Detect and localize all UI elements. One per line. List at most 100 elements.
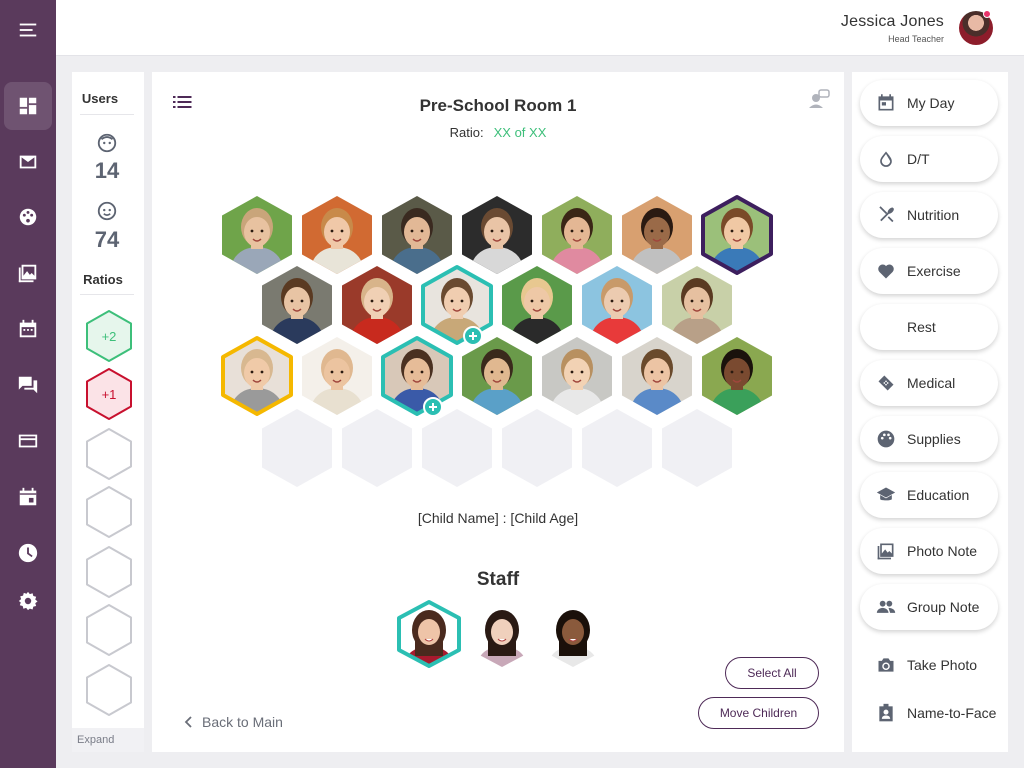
graduation-cap-icon [876, 487, 896, 501]
action-group-note[interactable]: Group Note [860, 584, 998, 630]
divider [80, 294, 134, 295]
ratio-badge-label: +2 [101, 328, 117, 344]
ratio-badge[interactable]: +1 [85, 368, 133, 420]
action-education[interactable]: Education [860, 472, 998, 518]
action-exercise[interactable]: Exercise [860, 248, 998, 294]
mail-icon [19, 155, 37, 169]
calendar-icon [19, 319, 37, 338]
children-count: 14 [94, 158, 120, 183]
action-label: D/T [907, 151, 930, 167]
staff-title: Staff [476, 569, 520, 590]
move-children-button[interactable]: Move Children [698, 697, 819, 729]
drop-icon [880, 151, 892, 167]
ratio-slot[interactable] [85, 546, 133, 598]
add-icon[interactable] [423, 397, 443, 417]
action-label: Nutrition [907, 207, 960, 223]
staff-avatar[interactable] [542, 601, 604, 682]
empty-child-slot[interactable] [662, 409, 732, 487]
utensils-icon [879, 206, 894, 223]
action-label: Take Photo [907, 657, 978, 673]
nav-item-event[interactable] [4, 473, 52, 521]
dashboard-icon [19, 97, 37, 115]
ratio-slot[interactable] [85, 664, 133, 716]
nav-item-card[interactable] [4, 417, 52, 465]
ratio-slot[interactable] [85, 486, 133, 538]
actions-panel: My Day D/T Nutrition Exercise Rest Medical Sup… [852, 72, 1008, 752]
action-label: Medical [907, 375, 956, 391]
nav-item-menu[interactable] [4, 6, 52, 54]
side-navigation [0, 0, 56, 768]
action-label: Group Note [907, 599, 980, 615]
settings-icon [18, 591, 38, 611]
action-take-photo[interactable]: Take Photo [860, 642, 998, 688]
divider [80, 114, 134, 115]
user-role: Head Teacher [888, 34, 944, 44]
photo-icon [877, 543, 894, 560]
select-all-button[interactable]: Select All [725, 657, 819, 689]
action-photo-note[interactable]: Photo Note [860, 528, 998, 574]
empty-child-slot[interactable] [422, 409, 492, 487]
action-label: Exercise [907, 263, 961, 279]
nav-item-dashboard[interactable] [4, 82, 52, 130]
child-face-icon [97, 133, 117, 153]
action-name-to-face[interactable]: Name-to-Face [860, 690, 998, 736]
empty-child-slot[interactable] [502, 409, 572, 487]
action-medical[interactable]: Medical [860, 360, 998, 406]
photo-icon [18, 264, 37, 283]
empty-child-slot[interactable] [582, 409, 652, 487]
nav-item-chat[interactable] [4, 361, 52, 409]
ratio-slot[interactable] [85, 604, 133, 656]
calendar-icon [878, 94, 894, 111]
back-to-main-link[interactable]: Back to Main [182, 714, 283, 730]
empty-child-slot[interactable] [262, 409, 332, 487]
palette-icon [19, 208, 37, 226]
badge-icon [879, 703, 893, 722]
action-my-day[interactable]: My Day [860, 80, 998, 126]
heart-icon [878, 264, 894, 279]
infant-face-icon [97, 201, 117, 221]
selected-child-label: [Child Name] : [Child Age] [417, 510, 579, 526]
action-d-t[interactable]: D/T [860, 136, 998, 182]
chevron-left-icon [184, 716, 192, 728]
palette-icon [877, 430, 895, 448]
card-icon [18, 434, 38, 448]
action-supplies[interactable]: Supplies [860, 416, 998, 462]
empty-child-slot[interactable] [342, 409, 412, 487]
action-label: Photo Note [907, 543, 978, 559]
bandage-icon [878, 375, 894, 391]
infants-count: 74 [94, 227, 120, 252]
action-label: Rest [907, 319, 936, 335]
nav-item-clock[interactable] [4, 529, 52, 577]
top-header: Jessica Jones Head Teacher [56, 0, 1024, 56]
camera-icon [878, 658, 894, 672]
action-label: My Day [907, 95, 955, 111]
action-label: Education [907, 487, 970, 503]
chat-icon [18, 376, 38, 394]
action-nutrition[interactable]: Nutrition [860, 192, 998, 238]
nav-item-palette[interactable] [4, 193, 52, 241]
children-hex-grid [221, 195, 773, 682]
user-name: Jessica Jones [840, 13, 944, 30]
expand-button[interactable]: Expand [72, 728, 144, 752]
ratio-badge[interactable]: +2 [85, 310, 133, 362]
nav-item-calendar[interactable] [4, 305, 52, 353]
nav-item-mail[interactable] [4, 138, 52, 186]
group-icon [876, 600, 896, 613]
nav-item-photo[interactable] [4, 249, 52, 297]
ratio-badge-label: +1 [101, 386, 117, 402]
moon-icon [876, 318, 885, 336]
room-panel: Pre-School Room 1 Ratio: XX of XX [Child … [152, 72, 844, 752]
users-title: Users [81, 91, 119, 106]
action-label: Name-to-Face [907, 705, 997, 721]
staff-avatar[interactable] [471, 601, 533, 682]
ratio-slot[interactable] [85, 428, 133, 480]
add-icon[interactable] [463, 326, 483, 346]
action-rest[interactable]: Rest [860, 304, 998, 350]
notification-dot [983, 10, 991, 18]
back-label: Back to Main [202, 714, 283, 730]
clock-icon [18, 543, 38, 563]
nav-item-settings[interactable] [4, 577, 52, 625]
ratios-title: Ratios [83, 272, 123, 287]
action-label: Supplies [907, 431, 961, 447]
menu-icon [19, 23, 37, 37]
